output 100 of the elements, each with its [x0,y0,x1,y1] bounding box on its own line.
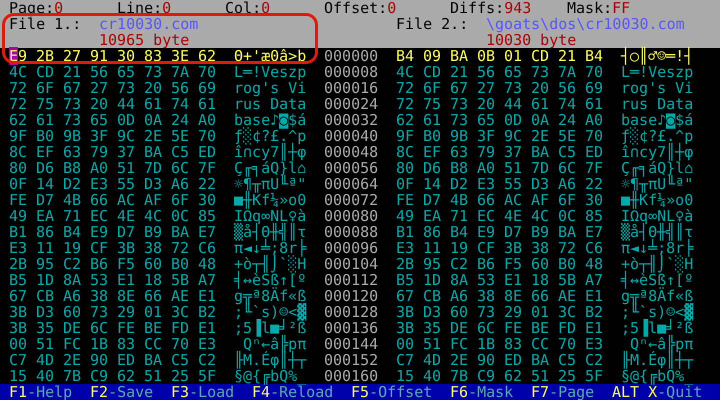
hex-byte: B8 [450,160,468,176]
offset-label: 000072 [324,192,378,208]
hex-byte: 5F [198,368,216,384]
hex-byte: 69 [198,80,216,96]
hex-byte: 35 [36,320,54,336]
hex-byte: 8E [117,288,135,304]
hex-byte: 61 [531,96,549,112]
hex-byte: 18 [531,272,549,288]
hex-byte: 8A [63,272,81,288]
hex-byte: 62 [396,112,414,128]
hex-byte: FC [63,336,81,352]
hex-byte: 38 [144,240,162,256]
hex-byte: 72 [396,80,414,96]
hex-byte: 35 [423,320,441,336]
hex-byte: 2B [9,256,27,272]
ascii-text: base♪◙$á [234,112,306,128]
hex-byte: B0 [171,256,189,272]
function-key-hint[interactable]: F6-Mask [450,384,531,400]
hex-byte: 72 [9,80,27,96]
hex-byte: 70 [171,336,189,352]
hex-byte: 62 [9,112,27,128]
ascii-text: ■╫Kf¼»o0 [621,192,693,208]
hex-byte: FE [396,192,414,208]
hex-byte: 9F [396,128,414,144]
hex-byte: 65 [90,112,108,128]
hex-byte: AF [144,192,162,208]
hex-byte: DE [450,320,468,336]
function-key-hint[interactable]: F4-Reload [252,384,351,400]
hex-byte: 66 [531,288,549,304]
hex-byte: CB [423,288,441,304]
function-key-hint[interactable]: F2-Save [90,384,171,400]
ascii-text: IΩq∞NL♀à [234,208,306,224]
hex-byte: 01 [531,304,549,320]
hex-byte: 29 [117,304,135,320]
hex-byte: 9C [117,128,135,144]
hex-byte: CC [144,336,162,352]
hex-byte: 40 [36,368,54,384]
function-key-hint[interactable]: F3-Load [171,384,252,400]
hex-byte: 0F [396,176,414,192]
ascii-text: ╟M.Éφ║┼┬ [234,352,306,368]
hex-byte: 3B [9,320,27,336]
hex-byte: 56 [171,80,189,96]
ascii-text: g╦ª8Äf«ß [621,288,693,304]
hex-byte: AC [117,192,135,208]
hex-byte: D2 [63,176,81,192]
hex-byte: 66 [90,192,108,208]
hex-byte: 09 [423,48,441,64]
hex-byte: 9B [450,128,468,144]
hex-byte: 49 [396,208,414,224]
ascii-text: ┤○║♂☺═!┤ [621,48,693,64]
hex-byte: E7 [198,224,216,240]
hex-byte: B0 [558,256,576,272]
hex-byte: 15 [396,368,414,384]
hex-byte: 7A [171,64,189,80]
function-key-hint[interactable]: F1-Help [9,384,90,400]
hex-byte: A6 [63,288,81,304]
offset-label: 000008 [324,64,378,80]
hex-byte: 79 [90,144,108,160]
offset-label: 000064 [324,176,378,192]
hex-byte: D6 [36,160,54,176]
function-key-hint[interactable]: ALT X-Quit [612,384,711,400]
hex-byte: 4C [396,64,414,80]
hex-byte: 51 [531,368,549,384]
hex-byte: 8C [9,144,27,160]
hex-byte: 3B [117,240,135,256]
hex-byte: 56 [477,64,495,80]
offset-label: 000016 [324,80,378,96]
hex-byte: 21 [450,64,468,80]
hex-byte: 63 [63,144,81,160]
hex-byte: 40 [423,368,441,384]
hex-byte: 61 [198,96,216,112]
hex-byte: E3 [477,176,495,192]
hex-byte: 73 [63,112,81,128]
hex-byte: A7 [585,272,603,288]
hex-byte: 7A [558,64,576,80]
hex-byte: B5 [9,272,27,288]
ascii-text: ╡↔èSß↑[º [621,272,693,288]
status-field: Col:0 [225,0,315,16]
hex-byte: 91 [90,48,108,64]
hex-byte: C5 [558,144,576,160]
ascii-text: §@{╔bQ%_ [234,368,306,384]
hex-byte: C5 [558,352,576,368]
hex-byte: 86 [423,224,441,240]
hex-byte: 3E [171,48,189,64]
hex-byte: 0B [477,48,495,64]
hex-byte: 62 [504,368,522,384]
hex-byte: C2 [585,352,603,368]
ascii-text: base♪◙$á [621,112,693,128]
hex-byte: 6C [90,320,108,336]
hex-byte: E3 [396,240,414,256]
hex-byte: 51 [423,336,441,352]
hex-byte: 11 [423,240,441,256]
function-key-hint[interactable]: F7-Page [531,384,612,400]
hex-byte: 7D [144,160,162,176]
hex-byte: 00 [396,336,414,352]
function-key-hint[interactable]: F5-Offset [351,384,450,400]
hex-byte: EA [423,208,441,224]
ascii-text: Ç╓╕áQ}l⌂ [621,160,693,176]
hex-byte: B2 [585,304,603,320]
hex-byte: 5F [585,368,603,384]
